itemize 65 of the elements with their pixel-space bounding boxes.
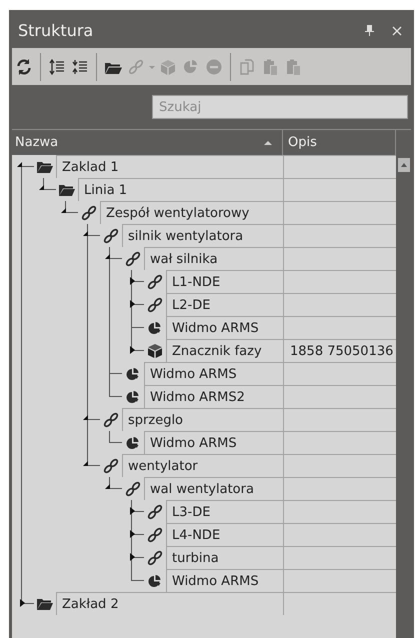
chain-link-icon	[147, 550, 163, 566]
expand-list-icon[interactable]	[48, 58, 66, 76]
chain-link-icon	[125, 250, 141, 266]
tree-item[interactable]: silnik wentylatora	[122, 224, 283, 247]
chain-link-icon	[147, 274, 163, 290]
expanded-arrow-icon[interactable]	[61, 208, 66, 213]
tree-item[interactable]: Widmo ARMS	[166, 316, 283, 339]
expanded-arrow-icon[interactable]	[105, 254, 110, 259]
pie-chart-icon	[126, 436, 140, 450]
cube-icon	[147, 342, 163, 358]
chain-link-icon	[103, 228, 119, 244]
tree-item[interactable]: Widmo ARMS	[144, 431, 283, 454]
tree-item[interactable]: turbina	[166, 546, 283, 569]
tree-item[interactable]: sprzeglo	[122, 408, 283, 431]
tree-item[interactable]: Linia 1	[78, 178, 283, 201]
tree-item[interactable]: Widmo ARMS	[144, 362, 283, 385]
collapse-list-icon[interactable]	[71, 58, 89, 76]
tree-item[interactable]: Zaklad 1	[56, 155, 283, 178]
chain-link-icon	[103, 412, 119, 428]
expanded-arrow-icon[interactable]	[105, 484, 110, 489]
tree-item[interactable]: L3-DE	[166, 500, 283, 523]
tree-item[interactable]: Znacznik fazy	[166, 339, 283, 362]
collapsed-arrow-icon[interactable]	[130, 277, 135, 285]
folder-icon	[59, 184, 75, 196]
tree-item[interactable]: Zespół wentylatorowy	[100, 201, 283, 224]
collapsed-arrow-icon[interactable]	[130, 507, 135, 515]
collapsed-arrow-icon[interactable]	[130, 530, 135, 538]
chain-link-icon	[147, 504, 163, 520]
expanded-arrow-icon[interactable]	[83, 461, 88, 466]
chain-link-icon	[147, 526, 163, 542]
pie-chart-icon	[148, 574, 162, 588]
scroll-up-button[interactable]	[398, 158, 410, 172]
folder-icon	[37, 160, 53, 172]
collapsed-arrow-icon[interactable]	[130, 300, 135, 308]
chain-link-icon	[103, 458, 119, 474]
pie-chart-icon	[148, 320, 162, 334]
folder-icon	[37, 598, 53, 610]
pie-chart-icon	[126, 366, 140, 380]
chain-link-icon	[147, 296, 163, 312]
refresh-icon[interactable]	[15, 58, 33, 76]
search-field[interactable]: Szukaj	[152, 95, 408, 119]
collapsed-arrow-icon[interactable]	[130, 346, 135, 354]
tree-item[interactable]: wentylator	[122, 454, 283, 477]
tree-item[interactable]: Widmo ARMS2	[144, 385, 283, 408]
expanded-arrow-icon[interactable]	[83, 231, 88, 236]
expanded-arrow-icon[interactable]	[17, 162, 22, 167]
expanded-arrow-icon[interactable]	[39, 185, 44, 190]
chain-link-icon	[125, 480, 141, 496]
collapsed-arrow-icon[interactable]	[20, 599, 25, 607]
tree-item[interactable]: L2-DE	[166, 293, 283, 316]
close-icon[interactable]	[392, 26, 402, 36]
tree-item[interactable]: L4-NDE	[166, 523, 283, 546]
chain-link-icon	[81, 204, 97, 220]
tree-item[interactable]: wał silnika	[144, 247, 283, 270]
column-header[interactable]: Opis	[283, 130, 396, 155]
tree-item[interactable]: wal wentylatora	[144, 477, 283, 500]
tree-item[interactable]: Widmo ARMS	[166, 569, 283, 592]
collapsed-arrow-icon[interactable]	[130, 553, 135, 561]
pie-chart-icon	[126, 390, 140, 404]
panel-title: Struktura	[18, 21, 94, 40]
scrollbar[interactable]	[396, 155, 411, 638]
pin-icon[interactable]	[365, 25, 374, 36]
expanded-arrow-icon[interactable]	[83, 415, 88, 420]
tree-item[interactable]: Zakład 2	[56, 592, 283, 615]
tree-item[interactable]: L1-NDE	[166, 270, 283, 293]
